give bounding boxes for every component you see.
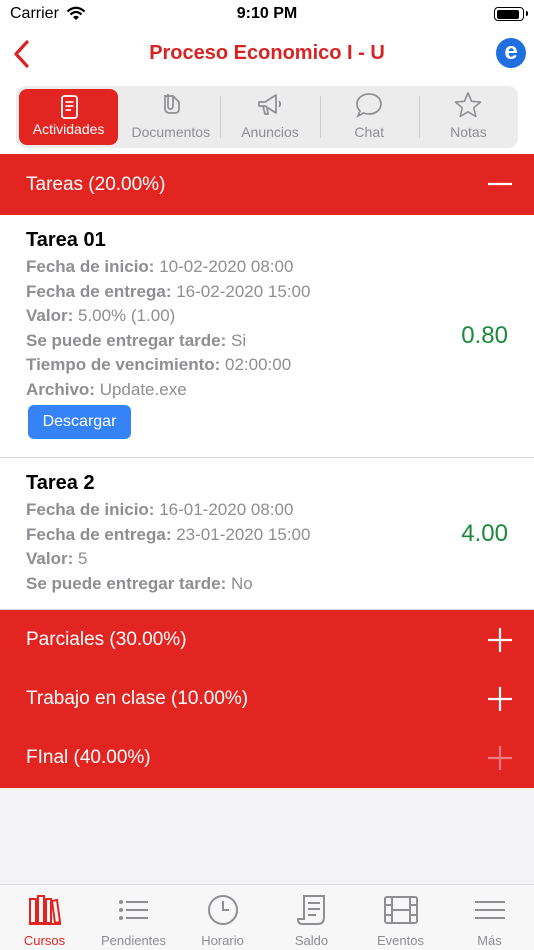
document-icon — [60, 95, 78, 119]
tab-label: Documentos — [131, 124, 211, 140]
star-icon — [455, 92, 482, 118]
tabs-container: Actividades Documentos Anuncios Chat Not… — [0, 80, 534, 154]
section-title: Trabajo en clase (10.00%) — [26, 688, 249, 709]
task-card: Tarea 01 Fecha de inicio: 10-02-2020 08:… — [0, 215, 534, 458]
section-header-tareas[interactable]: Tareas (20.00%) — [0, 154, 534, 215]
tab-label: Chat — [354, 124, 384, 140]
bottom-tab-bar: Cursos Pendientes Horario Saldo Eventos … — [0, 884, 534, 950]
tab-documentos[interactable]: Documentos — [121, 86, 220, 148]
tabbar-label: Saldo — [294, 933, 329, 948]
section-header-trabajo[interactable]: Trabajo en clase (10.00%) — [0, 670, 534, 729]
tabbar-label: Pendientes — [100, 933, 167, 948]
film-icon — [383, 896, 418, 924]
tab-anuncios[interactable]: Anuncios — [220, 86, 319, 148]
task-title: Tarea 2 — [26, 472, 95, 494]
tab-actividades[interactable]: Actividades — [19, 89, 119, 145]
books-icon — [28, 895, 61, 925]
task-field-due: Fecha de entrega: 23-01-2020 15:00 — [26, 525, 311, 544]
task-field-value: Valor: 5.00% (1.00) — [26, 306, 176, 325]
section-header-parciales[interactable]: Parciales (30.00%) — [0, 610, 534, 670]
expand-plus-icon[interactable] — [486, 685, 514, 713]
task-field-value: Valor: 5 — [26, 549, 88, 568]
tabbar-label: Cursos — [23, 933, 66, 948]
collapse-minus-icon[interactable] — [486, 170, 514, 198]
task-card: Tarea 2 Fecha de inicio: 16-01-2020 08:0… — [0, 458, 534, 610]
tabbar-item-pendientes[interactable]: Pendientes — [89, 885, 178, 950]
list-icon — [118, 900, 148, 920]
tabbar-item-eventos[interactable]: Eventos — [356, 885, 445, 950]
status-bar: Carrier 9:10 PM — [0, 0, 534, 28]
back-chevron-icon[interactable] — [8, 38, 38, 70]
page-title: Proceso Economico I - U — [149, 42, 385, 64]
segmented-tabs: Actividades Documentos Anuncios Chat Not… — [16, 86, 518, 148]
section-header-final[interactable]: FInal (40.00%) — [0, 729, 534, 788]
tab-notas[interactable]: Notas — [418, 86, 518, 148]
receipt-icon — [296, 895, 325, 925]
section-title: FInal (40.00%) — [26, 747, 151, 768]
tab-label: Notas — [450, 124, 487, 140]
tabbar-label: Horario — [201, 933, 244, 948]
task-field-late: Se puede entregar tarde: No — [26, 574, 253, 593]
tabbar-label: Eventos — [377, 933, 424, 948]
task-field-expiry: Tiempo de vencimiento: 02:00:00 — [26, 355, 292, 374]
task-field-start: Fecha de inicio: 10-02-2020 08:00 — [26, 257, 294, 276]
tabbar-label: Más — [477, 933, 502, 948]
download-button[interactable]: Descargar — [28, 405, 131, 439]
tabbar-item-mas[interactable]: Más — [445, 885, 534, 950]
task-field-start: Fecha de inicio: 16-01-2020 08:00 — [26, 500, 294, 519]
section-title: Tareas (20.00%) — [26, 174, 166, 195]
task-field-due: Fecha de entrega: 16-02-2020 15:00 — [26, 282, 311, 301]
task-field-late: Se puede entregar tarde: Si — [26, 331, 247, 350]
task-title: Tarea 01 — [26, 229, 106, 251]
tabbar-item-horario[interactable]: Horario — [178, 885, 267, 950]
clock-icon — [207, 895, 238, 925]
expand-plus-icon[interactable] — [486, 744, 514, 772]
clock-time: 9:10 PM — [236, 5, 298, 22]
task-grade: 0.80 — [461, 322, 508, 349]
megaphone-icon — [258, 94, 282, 115]
menu-icon — [474, 901, 505, 919]
tab-label: Anuncios — [241, 124, 299, 140]
paperclip-icon — [163, 94, 180, 114]
tabbar-item-saldo[interactable]: Saldo — [267, 885, 356, 950]
brand-logo-icon[interactable]: e — [496, 38, 526, 68]
tab-chat[interactable]: Chat — [319, 86, 419, 148]
expand-plus-icon[interactable] — [486, 626, 514, 654]
battery-icon — [494, 7, 528, 21]
navigation-bar: Proceso Economico I - U e — [0, 28, 534, 80]
tabbar-item-cursos[interactable]: Cursos — [0, 885, 89, 950]
task-field-file: Archivo: Update.exe — [26, 380, 187, 399]
section-title: Parciales (30.00%) — [26, 629, 187, 650]
chat-bubble-icon — [356, 93, 383, 118]
task-grade: 4.00 — [461, 520, 508, 547]
